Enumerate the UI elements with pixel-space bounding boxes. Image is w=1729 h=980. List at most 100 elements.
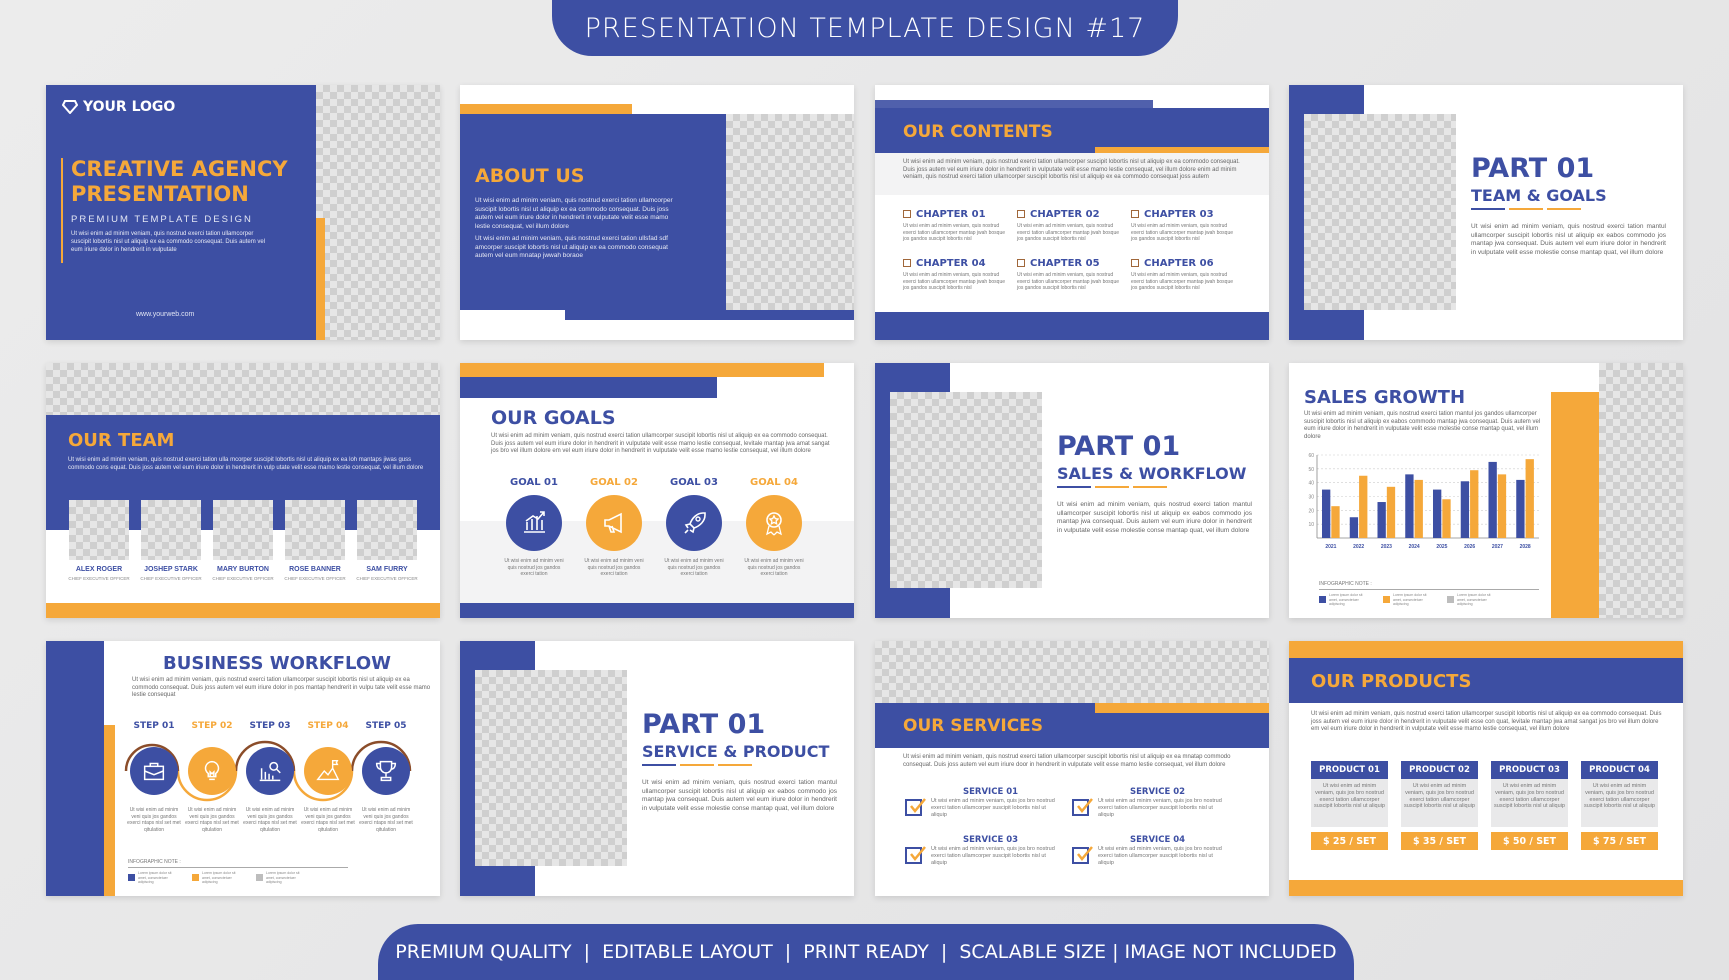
cover-subtitle: PREMIUM TEMPLATE DESIGN	[71, 214, 253, 225]
member-photo-placeholder	[141, 500, 201, 560]
legend-text: Lorem ipsum dolor sit amet, consectetuer…	[202, 871, 236, 884]
step-label: STEP 01	[133, 721, 175, 731]
x-tick-label: 2028	[1520, 544, 1531, 550]
chapter-item[interactable]: CHAPTER 01	[903, 209, 986, 220]
growth-chart-icon	[524, 511, 545, 533]
goal-text: Ut wisi enim ad minim veni quis nostrud …	[664, 558, 724, 577]
x-tick-label: 2024	[1409, 544, 1420, 550]
divider	[128, 867, 348, 868]
image-placeholder	[1304, 114, 1456, 310]
bar-series-1	[1405, 474, 1414, 538]
legend-swatch	[1319, 596, 1326, 604]
slide-our-contents[interactable]: OUR CONTENTS Ut wisi enim ad minim venia…	[875, 85, 1269, 340]
chapter-item[interactable]: CHAPTER 06	[1131, 258, 1214, 269]
step-text: Ut wisi enim ad minim veni quis jos gand…	[185, 807, 239, 833]
features-banner: PREMIUM QUALITY | EDITABLE LAYOUT | PRIN…	[378, 924, 1354, 980]
chapter-label: CHAPTER 03	[1144, 209, 1214, 220]
bar-series-1	[1349, 517, 1359, 538]
legend-item: Lorem ipsum dolor sit amet, consectetuer…	[1319, 593, 1371, 607]
website-link[interactable]: www.yourweb.com	[136, 311, 194, 318]
accent-bar	[460, 363, 824, 377]
image-placeholder	[1599, 363, 1683, 618]
about-para-1: Ut wisi enim ad minim veniam, quis nostr…	[475, 197, 673, 230]
bar-series-2	[1331, 506, 1340, 538]
slide-our-products[interactable]: OUR PRODUCTS Ut wisi enim ad minim venia…	[1289, 641, 1683, 896]
legend-swatch	[1383, 596, 1390, 604]
checkbox-icon	[1017, 210, 1025, 218]
chapter-label: CHAPTER 04	[916, 258, 986, 269]
legend-item: Lorem ipsum dolor sit amet, consectetuer…	[192, 871, 244, 885]
service-text: Ut wisi enim ad minim veniam, quis jos b…	[1098, 798, 1222, 818]
image-placeholder	[46, 363, 440, 415]
slide-sales-growth[interactable]: SALES GROWTH Ut wisi enim ad minim venia…	[1289, 363, 1683, 618]
bar-series-1	[1321, 489, 1331, 538]
sales-bar-chart: 10 20 30 40 50 60 2021 2022 2023 2024 2025 2026 2027…	[1308, 453, 1539, 550]
product-price: $ 50 / SET	[1491, 832, 1568, 850]
about-para-2: Ut wisi enim ad minim veniam, quis nostr…	[475, 235, 668, 259]
page-title-banner: PRESENTATION TEMPLATE DESIGN #17	[552, 0, 1178, 56]
bar-series-2	[1414, 479, 1423, 538]
bottom-bar	[565, 310, 854, 320]
workflow-title: BUSINESS WORKFLOW	[163, 653, 391, 674]
member-role: CHIEF EXECUTIVE OFFICER	[140, 576, 202, 581]
checkbox-icon	[903, 210, 911, 218]
lightbulb-icon	[204, 760, 220, 781]
slide-our-team[interactable]: OUR TEAM Ut wisi enim ad minim veniam, q…	[46, 363, 440, 618]
bottom-bar	[1289, 880, 1683, 896]
product-header: PRODUCT 01	[1311, 761, 1388, 779]
part-subtitle: SERVICE & PRODUCT	[642, 742, 830, 761]
slide-about-us[interactable]: ABOUT US Ut wisi enim ad minim veniam, q…	[460, 85, 854, 340]
top-bar	[875, 100, 1153, 108]
part-title: PART 01	[1057, 431, 1181, 462]
legend-text: Lorem ipsum dolor sit amet, consectetuer…	[138, 871, 172, 884]
member-name: SAM FURRY	[366, 566, 408, 573]
divider	[680, 764, 714, 766]
product-header: PRODUCT 04	[1581, 761, 1658, 779]
y-tick-label: 10	[1308, 522, 1314, 528]
slide-part-sales-workflow[interactable]: PART 01 SALES & WORKFLOW Ut wisi enim ad…	[875, 363, 1269, 618]
goal-icon-circle	[746, 495, 802, 551]
chapter-text: Ut wisi enim ad minim veniam, quis nostr…	[1131, 223, 1233, 242]
chapter-item[interactable]: CHAPTER 05	[1017, 258, 1100, 269]
chapter-text: Ut wisi enim ad minim veniam, quis nostr…	[1017, 272, 1119, 291]
service-check-icon	[1072, 798, 1093, 816]
workflow-body: Ut wisi enim ad minim veniam, quis nostr…	[132, 677, 431, 698]
divider	[1319, 589, 1539, 590]
product-description: Ut wisi enim ad minim veniam, quis jos b…	[1311, 779, 1388, 827]
analytics-icon	[259, 761, 281, 782]
chapter-item[interactable]: CHAPTER 04	[903, 258, 986, 269]
chapter-text: Ut wisi enim ad minim veniam, quis nostr…	[903, 272, 1005, 291]
chapter-item[interactable]: CHAPTER 02	[1017, 209, 1100, 220]
slide-our-services[interactable]: OUR SERVICES Ut wisi enim ad minim venia…	[875, 641, 1269, 896]
bar-series-2	[1525, 459, 1534, 538]
divider	[642, 764, 676, 766]
chapter-label: CHAPTER 05	[1030, 258, 1100, 269]
slide-part-service-product[interactable]: PART 01 SERVICE & PRODUCT Ut wisi enim a…	[460, 641, 854, 896]
member-role: CHIEF EXECUTIVE OFFICER	[212, 576, 274, 581]
member-photo-placeholder	[285, 500, 345, 560]
part-title: PART 01	[1471, 153, 1595, 184]
trophy-icon	[375, 760, 397, 782]
cover-title: CREATIVE AGENCY PRESENTATION	[71, 157, 288, 207]
slide-part-team-goals[interactable]: PART 01 TEAM & GOALS Ut wisi enim ad min…	[1289, 85, 1683, 340]
sales-body: Ut wisi enim ad minim veniam, quis nostr…	[1304, 411, 1541, 440]
services-body: Ut wisi enim ad minim veniam, quis nostr…	[903, 754, 1231, 768]
step-label: STEP 05	[365, 721, 407, 731]
goal-label: GOAL 02	[590, 477, 638, 488]
legend-item: Lorem ipsum dolor sit amet, consectetuer…	[1447, 593, 1499, 607]
goal-icon-circle	[666, 495, 722, 551]
slide-our-goals[interactable]: OUR GOALS Ut wisi enim ad minim veniam, …	[460, 363, 854, 618]
part-subtitle: SALES & WORKFLOW	[1057, 464, 1247, 483]
slide-cover[interactable]: YOUR LOGO CREATIVE AGENCY PRESENTATION P…	[46, 85, 440, 340]
legend-swatch	[256, 874, 263, 882]
legend-text: Lorem ipsum dolor sit amet, consectetuer…	[1393, 593, 1427, 606]
products-body: Ut wisi enim ad minim veniam, quis nostr…	[1311, 711, 1662, 732]
divider	[1095, 486, 1129, 488]
chapter-item[interactable]: CHAPTER 03	[1131, 209, 1214, 220]
award-badge-icon	[766, 512, 782, 536]
bar-series-2	[1386, 486, 1396, 538]
slide-business-workflow[interactable]: BUSINESS WORKFLOW Ut wisi enim ad minim …	[46, 641, 440, 896]
chapter-label: CHAPTER 01	[916, 209, 986, 220]
accent-bar	[1551, 392, 1599, 618]
goal-icon-circle	[586, 495, 642, 551]
